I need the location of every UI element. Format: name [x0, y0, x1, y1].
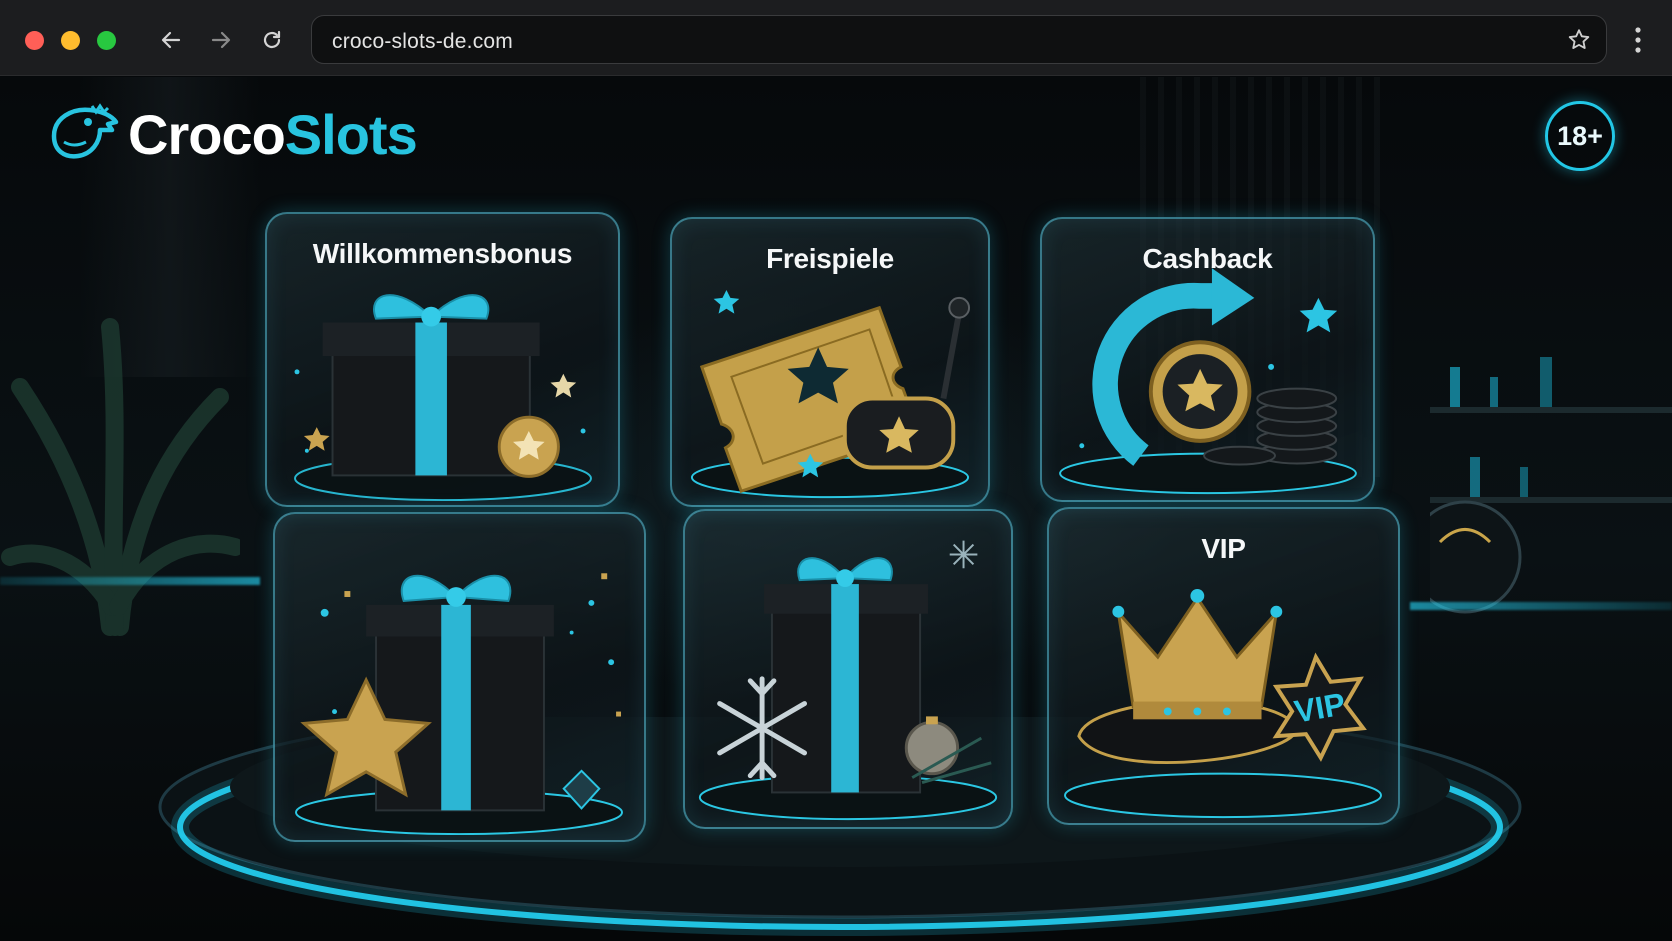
- crocodile-icon: [51, 103, 119, 159]
- brand-name-part1: Croco: [128, 102, 286, 166]
- bookmark-star-icon[interactable]: [1566, 27, 1592, 53]
- promo-card-cashback[interactable]: Cashback: [1040, 217, 1375, 502]
- card-title: Cashback: [1142, 243, 1273, 274]
- close-window-button[interactable]: [25, 31, 44, 50]
- age-restriction-badge: 18+: [1545, 101, 1615, 171]
- url-text[interactable]: croco-slots-de.com: [332, 30, 513, 54]
- address-bar[interactable]: croco-slots-de.com: [311, 15, 1607, 64]
- promo-card-gift-star[interactable]: [273, 512, 646, 842]
- floor-light-left: [0, 577, 260, 585]
- maximize-window-button[interactable]: [97, 31, 116, 50]
- reload-icon[interactable]: [254, 22, 290, 58]
- promo-card-welcome-bonus[interactable]: Willkommensbonus: [265, 212, 620, 507]
- card-title: Willkommensbonus: [312, 238, 573, 269]
- winter-gift-icon: [698, 540, 998, 821]
- forward-arrow-icon[interactable]: [203, 22, 239, 58]
- promo-card-free-spins[interactable]: Freispiele: [670, 217, 990, 507]
- brand-name-part2: Slots: [284, 102, 418, 166]
- promo-card-vip[interactable]: VIP VIP: [1047, 507, 1400, 825]
- card-title: VIP: [1201, 533, 1246, 564]
- kebab-menu-icon[interactable]: [1628, 24, 1648, 56]
- shelf-decoration-icon: [1430, 357, 1672, 614]
- promo-card-winter-gift[interactable]: [683, 509, 1013, 829]
- card-title: Freispiele: [766, 243, 894, 274]
- brand-logo[interactable]: CrocoSlots: [48, 99, 418, 169]
- brand-name: CrocoSlots: [128, 102, 418, 167]
- floor-light-right: [1410, 602, 1672, 610]
- page-content: CrocoSlots 18+ Willkommensbonus Freispie…: [0, 77, 1672, 941]
- gift-with-star-icon: [295, 573, 623, 836]
- browser-toolbar: croco-slots-de.com: [0, 0, 1672, 76]
- minimize-window-button[interactable]: [61, 31, 80, 50]
- back-arrow-icon[interactable]: [153, 22, 189, 58]
